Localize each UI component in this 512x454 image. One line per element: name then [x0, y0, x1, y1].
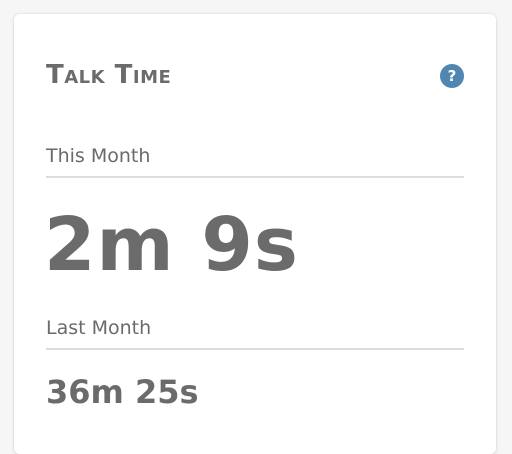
last-month-value: 36m 25s — [46, 373, 199, 411]
last-month-label: Last Month — [46, 317, 152, 339]
card-header: Talk Time ? — [46, 55, 464, 95]
this-month-label: This Month — [46, 145, 151, 167]
this-month-divider — [46, 176, 464, 178]
last-month-divider — [46, 348, 464, 350]
talk-time-card: Talk Time ? This Month 2m 9s Last Month … — [14, 14, 496, 454]
card-title: Talk Time — [46, 60, 172, 90]
help-icon[interactable]: ? — [440, 64, 464, 88]
this-month-value: 2m 9s — [44, 202, 299, 288]
